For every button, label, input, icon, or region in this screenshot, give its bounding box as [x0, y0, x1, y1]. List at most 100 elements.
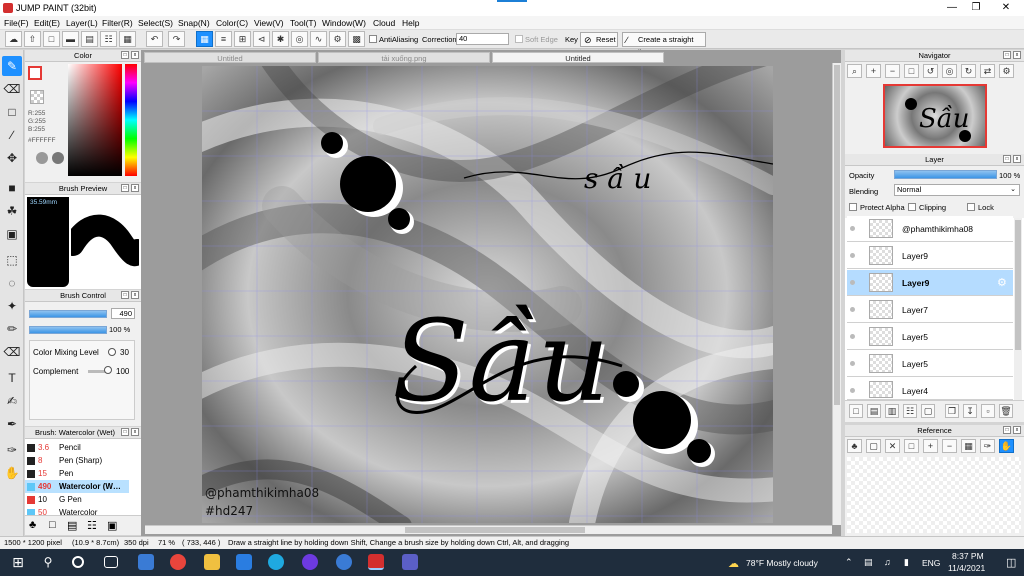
zoom-actual-icon[interactable]: □: [904, 64, 919, 78]
panel-float-icon[interactable]: □: [1003, 426, 1011, 434]
reference-open-icon[interactable]: ▢: [866, 439, 881, 453]
straight-line-button[interactable]: ∕Create a straight line: [622, 32, 706, 57]
comment-icon[interactable]: ▬: [62, 31, 79, 47]
layer-row[interactable]: @phamthikimha08: [847, 216, 1013, 242]
visibility-icon[interactable]: [850, 226, 855, 231]
brush-item-pen-sharp[interactable]: 8 Pen (Sharp): [25, 454, 129, 467]
layer-row[interactable]: Layer5: [847, 351, 1013, 377]
clock-date[interactable]: 11/4/2021: [948, 563, 985, 573]
visibility-icon[interactable]: [850, 388, 855, 393]
layer-opacity-slider[interactable]: [894, 170, 997, 179]
eyedropper-tool-icon[interactable]: ✑: [2, 440, 22, 460]
foreground-color-swatch[interactable]: [28, 66, 42, 80]
pen-tool-icon[interactable]: ✒: [2, 414, 22, 434]
layer-row[interactable]: Layer9: [847, 243, 1013, 269]
visibility-icon[interactable]: [850, 334, 855, 339]
horizontal-scroll-thumb[interactable]: [405, 527, 585, 533]
tab-untitled-1[interactable]: Untitled: [144, 52, 316, 63]
horizontal-scrollbar[interactable]: [145, 525, 832, 534]
transparent-swatch[interactable]: [30, 90, 44, 104]
cloud-icon[interactable]: ☁: [5, 31, 22, 47]
new-brush-icon[interactable]: ▤: [67, 519, 77, 532]
magic-wand-tool-icon[interactable]: ✦: [2, 296, 22, 316]
menu-layer[interactable]: Layer(L): [66, 18, 98, 28]
brush-group-icon[interactable]: ▣: [107, 519, 117, 532]
lock-checkbox[interactable]: [967, 203, 975, 211]
palette-icon[interactable]: [36, 152, 48, 164]
menu-filter[interactable]: Filter(R): [102, 18, 133, 28]
rotate-left-icon[interactable]: ↺: [923, 64, 938, 78]
visibility-icon[interactable]: [850, 307, 855, 312]
drawing-canvas[interactable]: s ầ u Sầu Sầu @phamthikimha08 #hd247: [202, 66, 773, 523]
brush-tool-icon[interactable]: ✎: [2, 56, 22, 76]
brush-size-value[interactable]: 490: [111, 308, 135, 319]
menu-color[interactable]: Color(C): [216, 18, 248, 28]
flip-icon[interactable]: ⇄: [980, 64, 995, 78]
bucket-tool-icon[interactable]: ☘: [2, 201, 22, 221]
hue-slider[interactable]: [125, 64, 137, 176]
antialiasing-checkbox[interactable]: [369, 35, 377, 43]
snap-radial-icon[interactable]: ✱: [272, 31, 289, 47]
gradient-tool-icon[interactable]: ▣: [2, 224, 22, 244]
layer-row[interactable]: Layer5: [847, 324, 1013, 350]
upload-icon[interactable]: ⇧: [24, 31, 41, 47]
layer-list-scrollbar[interactable]: [1014, 218, 1022, 400]
panel-float-icon[interactable]: □: [1003, 51, 1011, 59]
correction-input[interactable]: 40: [456, 33, 509, 45]
select-rect-tool-icon[interactable]: ⬚: [2, 250, 22, 270]
delete-layer-icon[interactable]: 🗑: [999, 404, 1013, 418]
chrome-icon[interactable]: [170, 554, 186, 570]
grid-icon[interactable]: ▦: [119, 31, 136, 47]
clock-time[interactable]: 8:37 PM: [952, 551, 984, 561]
move-tool-icon[interactable]: ✥: [2, 148, 22, 168]
brush-item-watercolor-wet[interactable]: 490 Watercolor (W…: [25, 480, 129, 493]
brush-item-g-pen[interactable]: 10 G Pen: [25, 493, 129, 506]
line-tool-icon[interactable]: ∕: [2, 125, 22, 145]
menu-help[interactable]: Help: [402, 18, 419, 28]
merge-down-icon[interactable]: ↧: [963, 404, 977, 418]
color-set-icon[interactable]: [52, 152, 64, 164]
snap-vanish-icon[interactable]: ⊲: [253, 31, 270, 47]
volume-icon[interactable]: ♫: [884, 557, 891, 567]
select-pen-tool-icon[interactable]: ✏: [2, 319, 22, 339]
reference-zoom-out-icon[interactable]: −: [942, 439, 957, 453]
reference-close-icon[interactable]: ✕: [885, 439, 900, 453]
task-view-icon[interactable]: [104, 556, 118, 568]
panel-close-icon[interactable]: x: [131, 291, 139, 299]
reference-hand-icon[interactable]: ✋: [999, 439, 1014, 453]
tray-chevron-icon[interactable]: ⌃: [845, 557, 853, 568]
new-layer-icon[interactable]: □: [849, 404, 863, 418]
brush-item-pencil[interactable]: 3.6 Pencil: [25, 441, 129, 454]
mail-icon[interactable]: [236, 554, 252, 570]
color-mixing-knob[interactable]: [108, 348, 116, 356]
tab-untitled-2[interactable]: Untitled: [492, 52, 664, 63]
complement-knob[interactable]: [104, 366, 112, 374]
panel-float-icon[interactable]: □: [121, 184, 129, 192]
brush-size-slider[interactable]: [29, 310, 107, 318]
zoom-fit-icon[interactable]: ⌕: [847, 64, 862, 78]
store-icon[interactable]: [138, 554, 154, 570]
search-icon[interactable]: ⚲: [40, 554, 56, 570]
menu-select[interactable]: Select(S): [138, 18, 173, 28]
fill-rect-tool-icon[interactable]: ■: [2, 178, 22, 198]
layer-row-selected[interactable]: Layer9 ⚙: [847, 270, 1013, 296]
vertical-scroll-thumb[interactable]: [834, 65, 840, 405]
layer-scroll-thumb[interactable]: [1015, 220, 1021, 350]
reference-actual-icon[interactable]: ▦: [961, 439, 976, 453]
cortana-icon[interactable]: [72, 556, 84, 568]
layer-row[interactable]: Layer4: [847, 378, 1013, 400]
jump-paint-icon[interactable]: [368, 554, 384, 570]
menu-file[interactable]: File(F): [4, 18, 29, 28]
snap-off-icon[interactable]: ▦: [196, 31, 213, 47]
weather-text[interactable]: 78°F Mostly cloudy: [746, 558, 818, 568]
menu-edit[interactable]: Edit(E): [34, 18, 60, 28]
copy-icon[interactable]: ☷: [100, 31, 117, 47]
snap-circle-icon[interactable]: ◎: [291, 31, 308, 47]
reference-eyedropper-icon[interactable]: ✑: [980, 439, 995, 453]
rotate-reset-icon[interactable]: ◎: [942, 64, 957, 78]
new-folder-icon[interactable]: ▢: [921, 404, 935, 418]
menu-window[interactable]: Window(W): [322, 18, 366, 28]
zoom-in-icon[interactable]: +: [866, 64, 881, 78]
reference-fit-icon[interactable]: □: [904, 439, 919, 453]
navigator-thumbnail[interactable]: Sầu: [883, 84, 987, 148]
